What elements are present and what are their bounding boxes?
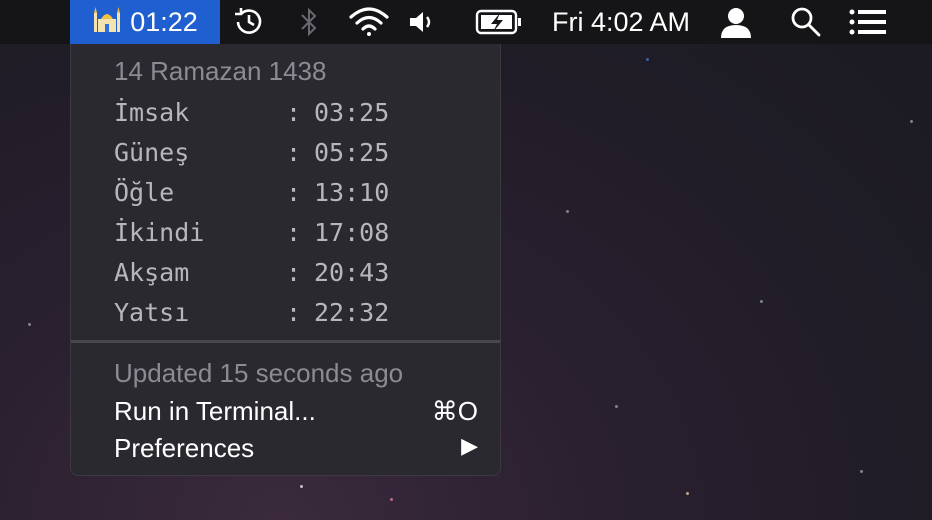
submenu-arrow-icon: ▶ [461, 433, 478, 458]
prayer-row-aksam: Akşam:20:43 [114, 258, 390, 287]
preferences-label: Preferences [114, 433, 255, 463]
prayer-row-imsak: İmsak:03:25 [114, 98, 390, 127]
bluetooth-icon[interactable] [292, 0, 326, 44]
wifi-icon[interactable] [346, 0, 392, 44]
prayer-row-gunes: Güneş:05:25 [114, 138, 390, 167]
volume-icon[interactable] [404, 0, 440, 44]
user-icon[interactable] [716, 0, 756, 44]
prayer-countdown: 01:22 [130, 6, 198, 37]
run-in-terminal-item[interactable]: Run in Terminal... ⌘O [71, 392, 500, 428]
clock[interactable]: Fri 4:02 AM [536, 0, 706, 44]
spotlight-search-icon[interactable] [786, 0, 826, 44]
prayer-row-ogle: Öğle:13:10 [114, 178, 390, 207]
hijri-date: 14 Ramazan 1438 [114, 56, 327, 86]
mosque-icon [92, 5, 122, 40]
time-machine-icon[interactable] [228, 0, 270, 44]
preferences-item[interactable]: Preferences ▶ [71, 430, 500, 466]
menu-bar: 01:22 Fri 4:02 AM [0, 0, 932, 44]
battery-charging-icon[interactable] [474, 0, 524, 44]
prayer-row-yatsi: Yatsı:22:32 [114, 298, 390, 327]
notification-center-icon[interactable] [846, 0, 890, 44]
run-in-terminal-label: Run in Terminal... [114, 396, 316, 426]
prayer-times-dropdown: 14 Ramazan 1438 İmsak:03:25 Güneş:05:25 … [70, 44, 501, 476]
prayer-times-menu-extra[interactable]: 01:22 [70, 0, 220, 44]
prayer-row-ikindi: İkindi:17:08 [114, 218, 390, 247]
run-in-terminal-shortcut: ⌘O [431, 396, 478, 426]
last-updated-label: Updated 15 seconds ago [114, 358, 404, 388]
menu-separator [71, 340, 500, 343]
